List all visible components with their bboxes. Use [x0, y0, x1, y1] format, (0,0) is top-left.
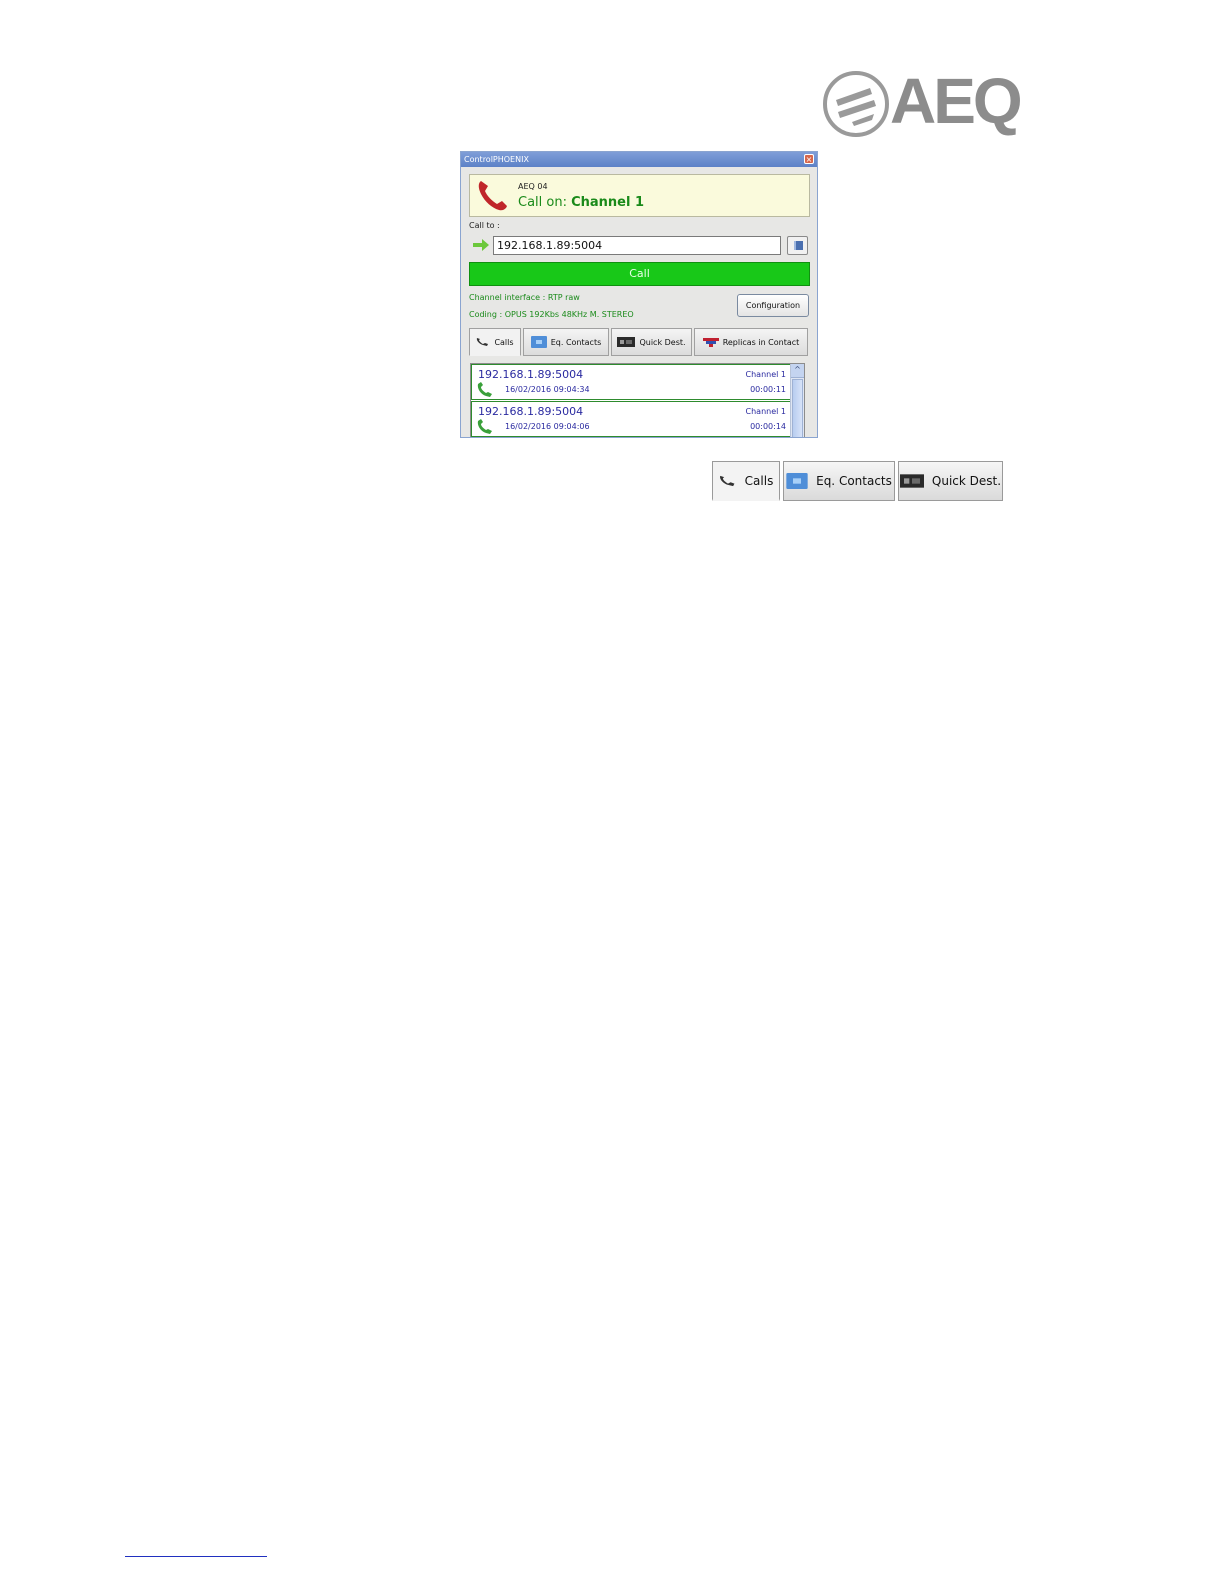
footer-link-underline[interactable] [125, 1556, 267, 1557]
aeq-logo-emblem-icon [823, 71, 889, 137]
destination-address-input[interactable] [493, 236, 781, 255]
control-phoenix-window: ControlPHOENIX × AEQ 04 Call on: Channel… [460, 151, 818, 438]
call-to-label: Call to : [469, 221, 500, 230]
call-phone-icon [477, 419, 492, 434]
window-title: ControlPHOENIX [464, 155, 529, 164]
phone-icon [477, 338, 489, 346]
window-titlebar: ControlPHOENIX × [461, 152, 817, 167]
device-icon [617, 337, 636, 347]
address-book-button[interactable] [787, 236, 808, 255]
configuration-button[interactable]: Configuration [737, 294, 809, 317]
tab-replicas-label: Replicas in Contact [722, 337, 800, 347]
contacts-icon [530, 336, 547, 348]
list-item[interactable]: 192.168.1.89:5004 16/02/2016 09:04:34 Ch… [471, 364, 791, 400]
scroll-up-button[interactable]: ^ [791, 364, 804, 378]
enlarged-tab-quick-dest[interactable]: Quick Dest. [898, 461, 1003, 501]
device-icon [899, 474, 924, 488]
contacts-icon [786, 473, 808, 489]
tab-replicas-in-contact[interactable]: Replicas in Contact [694, 328, 808, 356]
calls-list-scrollbar[interactable]: ^ [790, 364, 804, 437]
call-address: 192.168.1.89:5004 [478, 368, 584, 381]
channel-interface-info: Channel interface : RTP raw [469, 293, 580, 302]
tab-eq-contacts-label: Eq. Contacts [550, 337, 602, 347]
call-status-prefix: Call on: [518, 195, 572, 210]
tab-eq-contacts[interactable]: Eq. Contacts [523, 328, 609, 356]
call-phone-icon [477, 382, 492, 397]
aeq-logo: AEQ [822, 66, 1023, 138]
enlarged-tab-quick-dest-label: Quick Dest. [931, 474, 1002, 488]
tab-quick-dest-label: Quick Dest. [639, 337, 686, 347]
phone-handset-icon [478, 181, 507, 211]
call-date: 16/02/2016 09:04:06 [505, 422, 590, 431]
aeq-logo-text: AEQ [890, 65, 1023, 137]
tab-calls-label: Calls [494, 337, 514, 347]
call-duration: 00:00:14 [750, 422, 786, 431]
coding-info: Coding : OPUS 192Kbs 48KHz M. STEREO [469, 310, 634, 319]
call-status-channel: Channel 1 [571, 195, 645, 210]
replicas-icon [702, 338, 719, 347]
call-address: 192.168.1.89:5004 [478, 405, 584, 418]
call-date: 16/02/2016 09:04:34 [505, 385, 590, 394]
close-button[interactable]: × [804, 154, 814, 164]
calls-list: 192.168.1.89:5004 16/02/2016 09:04:34 Ch… [470, 363, 805, 437]
scroll-thumb[interactable] [792, 379, 803, 437]
tab-quick-dest[interactable]: Quick Dest. [611, 328, 692, 356]
close-icon: × [805, 155, 813, 164]
device-name: AEQ 04 [518, 182, 548, 191]
enlarged-tab-calls[interactable]: Calls [712, 461, 780, 501]
arrow-right-icon [473, 239, 489, 251]
enlarged-tab-eq-contacts-label: Eq. Contacts [816, 474, 892, 488]
enlarged-tab-eq-contacts[interactable]: Eq. Contacts [783, 461, 895, 501]
list-item[interactable]: 192.168.1.89:5004 16/02/2016 09:04:06 Ch… [471, 401, 791, 437]
call-duration: 00:00:11 [750, 385, 786, 394]
call-channel: Channel 1 [745, 407, 786, 416]
chevron-up-icon: ^ [794, 365, 801, 374]
address-book-icon [794, 241, 803, 250]
tab-calls[interactable]: Calls [469, 328, 521, 356]
call-button[interactable]: Call [469, 262, 810, 286]
call-status-panel: AEQ 04 Call on: Channel 1 [469, 174, 810, 217]
call-channel: Channel 1 [745, 370, 786, 379]
call-status-text: Call on: Channel 1 [518, 195, 644, 210]
phone-icon [719, 475, 735, 486]
enlarged-tab-calls-label: Calls [744, 473, 774, 488]
